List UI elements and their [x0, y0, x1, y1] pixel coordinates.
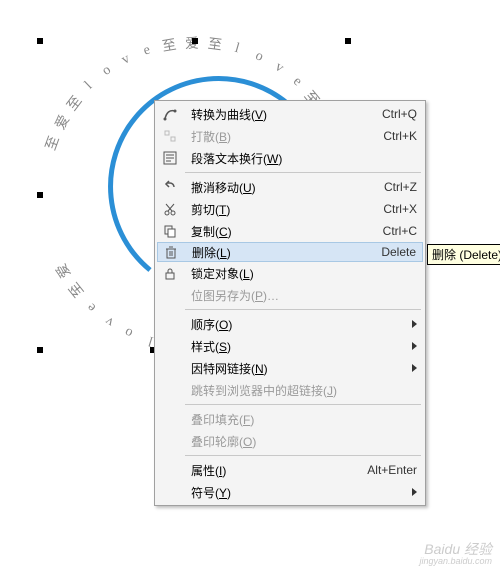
- menu-item-8[interactable]: 锁定对象(L): [157, 262, 423, 284]
- menu-item-label: 打散(B): [183, 128, 375, 145]
- menu-item-label: 符号(Y): [183, 484, 406, 501]
- menu-item-shortcut: Ctrl+Z: [376, 180, 417, 194]
- cut-icon: [157, 198, 183, 220]
- menu-item-label: 因特网链接(N): [183, 360, 406, 377]
- menu-item-label: 复制(C): [183, 223, 375, 240]
- break-icon: [157, 125, 183, 147]
- menu-item-19[interactable]: 属性(I)Alt+Enter: [157, 459, 423, 481]
- submenu-arrow-icon: [412, 342, 417, 350]
- menu-item-13[interactable]: 因特网链接(N): [157, 357, 423, 379]
- menu-item-label: 跳转到浏览器中的超链接(J): [183, 382, 417, 399]
- menu-item-label: 锁定对象(L): [183, 265, 417, 282]
- menu-item-16: 叠印填充(F): [157, 408, 423, 430]
- selection-handle[interactable]: [192, 38, 198, 44]
- menu-item-11[interactable]: 顺序(O): [157, 313, 423, 335]
- no-icon: [157, 284, 183, 306]
- no-icon: [157, 459, 183, 481]
- no-icon: [157, 430, 183, 452]
- menu-item-14: 跳转到浏览器中的超链接(J): [157, 379, 423, 401]
- menu-item-shortcut: Ctrl+K: [375, 129, 417, 143]
- menu-separator: [185, 404, 421, 405]
- menu-item-12[interactable]: 样式(S): [157, 335, 423, 357]
- menu-item-9: 位图另存为(P)…: [157, 284, 423, 306]
- selection-handle[interactable]: [37, 38, 43, 44]
- menu-item-5[interactable]: 剪切(T)Ctrl+X: [157, 198, 423, 220]
- copy-icon: [157, 220, 183, 242]
- tooltip: 删除 (Delete): [427, 244, 500, 265]
- context-menu: 转换为曲线(V)Ctrl+Q打散(B)Ctrl+K段落文本换行(W)撤消移动(U…: [154, 100, 426, 506]
- menu-item-17: 叠印轮廓(O): [157, 430, 423, 452]
- no-icon: [157, 335, 183, 357]
- menu-item-shortcut: Delete: [373, 245, 416, 259]
- menu-item-1: 打散(B)Ctrl+K: [157, 125, 423, 147]
- menu-item-4[interactable]: 撤消移动(U)Ctrl+Z: [157, 176, 423, 198]
- menu-item-label: 转换为曲线(V): [183, 106, 374, 123]
- submenu-arrow-icon: [412, 488, 417, 496]
- menu-item-shortcut: Ctrl+Q: [374, 107, 417, 121]
- menu-item-label: 撤消移动(U): [183, 179, 376, 196]
- watermark: Baidu 经验 jingyan.baidu.com: [419, 542, 492, 567]
- submenu-arrow-icon: [412, 320, 417, 328]
- menu-item-6[interactable]: 复制(C)Ctrl+C: [157, 220, 423, 242]
- menu-item-shortcut: Alt+Enter: [359, 463, 417, 477]
- tooltip-text: 删除 (Delete): [432, 248, 500, 262]
- selection-handle[interactable]: [345, 38, 351, 44]
- menu-separator: [185, 455, 421, 456]
- no-icon: [157, 408, 183, 430]
- menu-item-shortcut: Ctrl+X: [375, 202, 417, 216]
- no-icon: [157, 379, 183, 401]
- menu-item-label: 段落文本换行(W): [183, 150, 417, 167]
- delete-icon: [158, 241, 184, 263]
- curve-icon: [157, 103, 183, 125]
- lock-icon: [157, 262, 183, 284]
- menu-item-shortcut: Ctrl+C: [375, 224, 417, 238]
- undo-icon: [157, 176, 183, 198]
- selection-handle[interactable]: [37, 347, 43, 353]
- menu-separator: [185, 172, 421, 173]
- menu-item-label: 删除(L): [184, 244, 373, 261]
- no-icon: [157, 357, 183, 379]
- menu-item-2[interactable]: 段落文本换行(W): [157, 147, 423, 169]
- menu-item-7[interactable]: 删除(L)Delete: [157, 242, 423, 262]
- menu-item-label: 剪切(T): [183, 201, 375, 218]
- menu-item-label: 顺序(O): [183, 316, 406, 333]
- menu-item-label: 叠印填充(F): [183, 411, 417, 428]
- menu-item-label: 样式(S): [183, 338, 406, 355]
- submenu-arrow-icon: [412, 364, 417, 372]
- menu-item-label: 位图另存为(P)…: [183, 287, 417, 304]
- menu-item-0[interactable]: 转换为曲线(V)Ctrl+Q: [157, 103, 423, 125]
- ring-char: 至: [207, 33, 223, 55]
- menu-item-label: 属性(I): [183, 462, 359, 479]
- no-icon: [157, 481, 183, 503]
- selection-handle[interactable]: [37, 192, 43, 198]
- menu-item-20[interactable]: 符号(Y): [157, 481, 423, 503]
- no-icon: [157, 313, 183, 335]
- menu-separator: [185, 309, 421, 310]
- paragraph-icon: [157, 147, 183, 169]
- menu-item-label: 叠印轮廓(O): [183, 433, 417, 450]
